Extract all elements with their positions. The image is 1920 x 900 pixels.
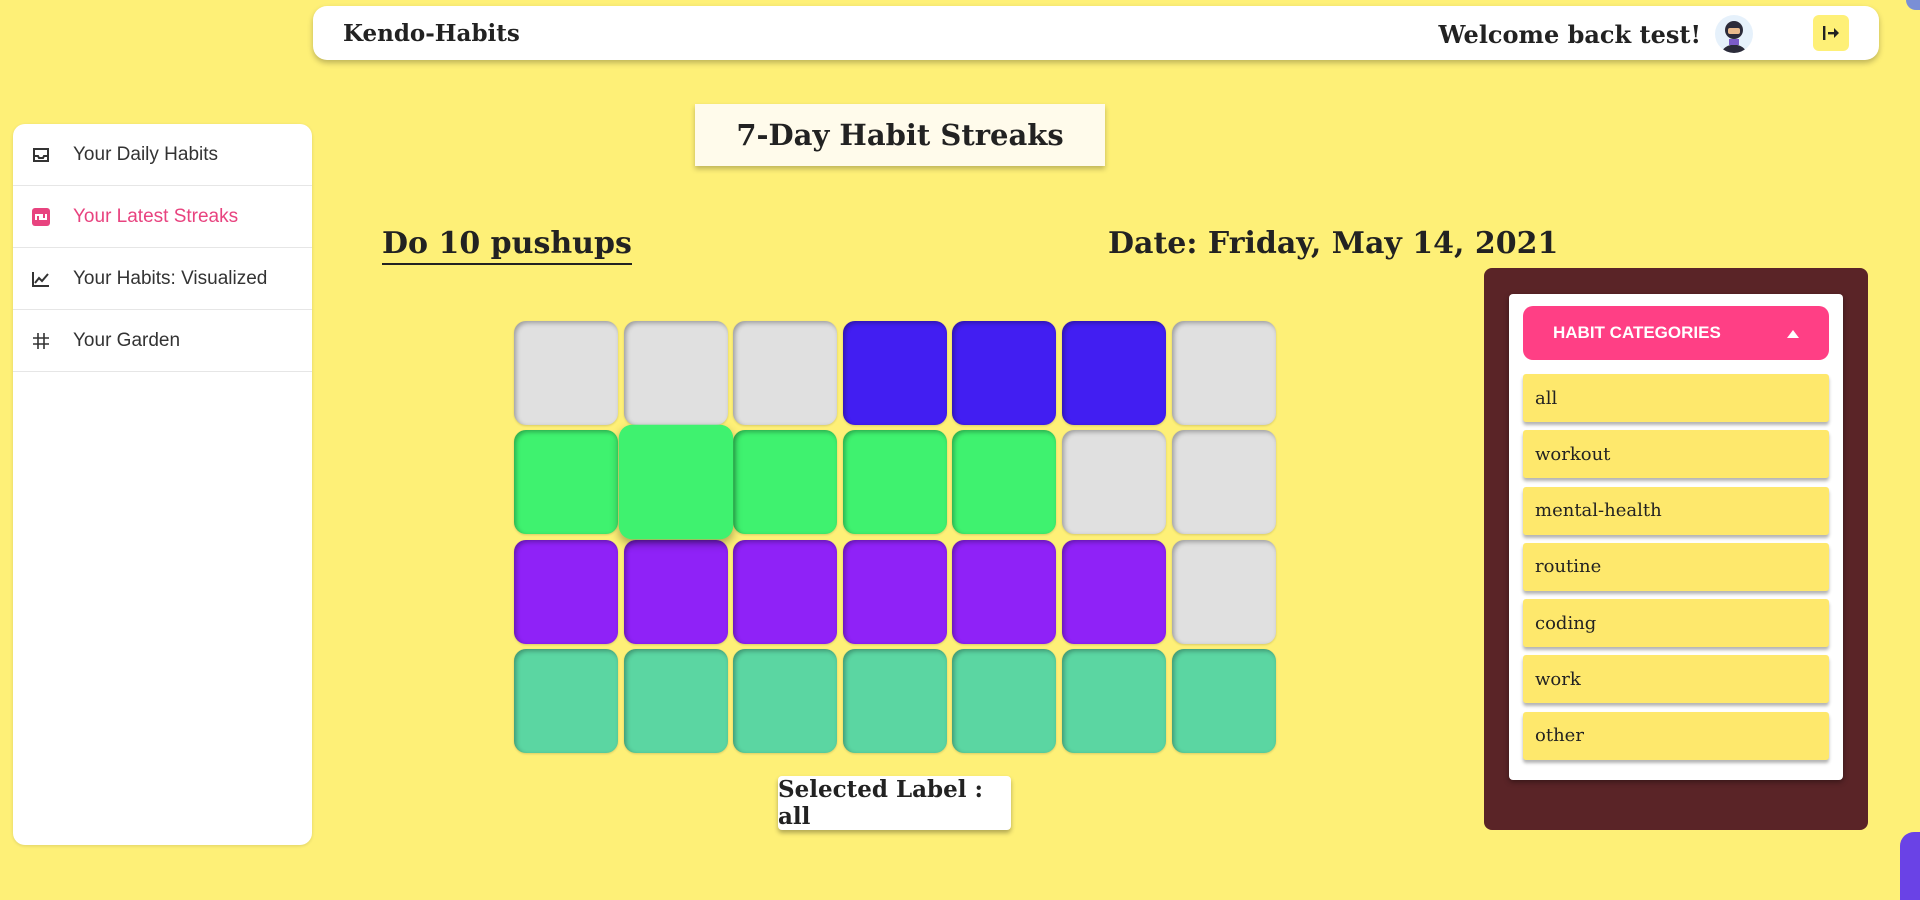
scrollbar-track[interactable]: [1900, 0, 1920, 900]
streak-icon: [31, 207, 51, 227]
streak-cell[interactable]: [514, 539, 618, 644]
categories-panel: HABIT CATEGORIES all workout mental-heal…: [1484, 268, 1868, 830]
category-item-coding[interactable]: coding: [1523, 599, 1829, 648]
grid-icon: [31, 331, 51, 351]
streak-cell[interactable]: [842, 539, 947, 644]
streak-cell[interactable]: [514, 430, 618, 535]
streak-cell[interactable]: [842, 430, 947, 535]
streak-cell[interactable]: [952, 430, 1057, 535]
streak-cell[interactable]: [733, 321, 838, 425]
streak-cell[interactable]: [1171, 321, 1276, 425]
streak-cell[interactable]: [623, 648, 728, 753]
category-item-workout[interactable]: workout: [1523, 430, 1829, 479]
streak-cell[interactable]: [842, 648, 947, 753]
selected-label: Selected Label : all: [778, 776, 1011, 830]
streak-cell[interactable]: [952, 539, 1057, 644]
line-chart-icon: [31, 269, 51, 289]
streak-cell[interactable]: [952, 321, 1057, 425]
avatar-icon: [1722, 21, 1746, 53]
avatar[interactable]: [1715, 15, 1753, 53]
streak-cell[interactable]: [623, 539, 728, 644]
scrollbar-thumb[interactable]: [1900, 832, 1920, 900]
logout-button[interactable]: [1813, 15, 1849, 51]
inbox-icon: [31, 145, 51, 165]
streak-cell[interactable]: [1171, 430, 1276, 535]
sidebar: Your Daily Habits Your Latest Streaks Yo…: [13, 124, 312, 845]
category-item-all[interactable]: all: [1523, 374, 1829, 422]
sidebar-item-garden[interactable]: Your Garden: [13, 310, 312, 372]
streak-cell[interactable]: [952, 648, 1057, 753]
categories-card: HABIT CATEGORIES all workout mental-heal…: [1509, 294, 1843, 780]
logout-icon: [1823, 26, 1839, 40]
sidebar-item-label: Your Habits: Visualized: [73, 267, 268, 289]
top-bar: Kendo-Habits Welcome back test!: [313, 6, 1879, 60]
category-item-mental-health[interactable]: mental-health: [1523, 486, 1829, 535]
triangle-up-icon: [1787, 323, 1799, 343]
streak-cell[interactable]: [1061, 539, 1166, 644]
streak-cell[interactable]: [842, 321, 947, 425]
sidebar-item-label: Your Garden: [73, 329, 181, 351]
sidebar-item-habits-visualized[interactable]: Your Habits: Visualized: [13, 248, 312, 310]
welcome-message: Welcome back test!: [1438, 20, 1701, 49]
streak-cell[interactable]: [618, 425, 733, 540]
category-item-work[interactable]: work: [1523, 655, 1829, 704]
categories-dropdown-header[interactable]: HABIT CATEGORIES: [1523, 306, 1829, 360]
date-label: Date: Friday, May 14, 2021: [1108, 226, 1559, 261]
streak-cell[interactable]: [1061, 648, 1166, 753]
streak-grid: [514, 321, 1278, 757]
streak-cell[interactable]: [1171, 539, 1276, 644]
streak-cell[interactable]: [1061, 321, 1166, 425]
sidebar-item-label: Your Latest Streaks: [73, 205, 239, 227]
streak-cell[interactable]: [733, 539, 838, 644]
streak-cell[interactable]: [1061, 430, 1166, 535]
streak-cell[interactable]: [733, 648, 838, 753]
categories-list: all workout mental-health routine coding…: [1523, 374, 1829, 768]
streak-cell[interactable]: [623, 321, 728, 425]
sidebar-item-latest-streaks[interactable]: Your Latest Streaks: [13, 186, 312, 248]
category-item-other[interactable]: other: [1523, 711, 1829, 760]
streak-cell[interactable]: [514, 648, 618, 753]
sidebar-item-daily-habits[interactable]: Your Daily Habits: [13, 124, 312, 186]
sidebar-item-label: Your Daily Habits: [73, 143, 219, 165]
streak-cell[interactable]: [1171, 648, 1276, 753]
categories-header-label: HABIT CATEGORIES: [1553, 323, 1721, 342]
app-title: Kendo-Habits: [343, 20, 520, 47]
category-item-routine[interactable]: routine: [1523, 542, 1829, 591]
streak-cell[interactable]: [733, 430, 838, 535]
streak-cell[interactable]: [514, 321, 618, 425]
habit-name: Do 10 pushups: [382, 226, 632, 265]
page-title: 7-Day Habit Streaks: [695, 104, 1105, 166]
